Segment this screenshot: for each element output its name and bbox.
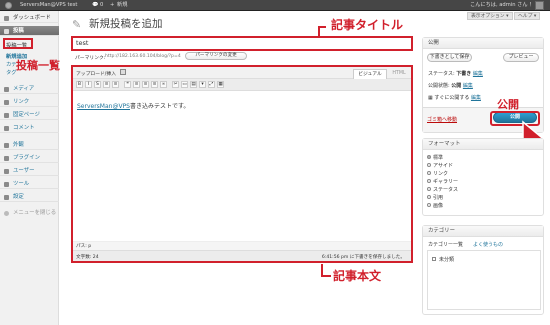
format-option-label: 標準: [433, 155, 444, 161]
visibility-row: 公開状態: 公開 編集: [428, 83, 473, 89]
permalink-url[interactable]: http://182.163.60.104/blog/?p=4: [105, 54, 181, 59]
format-radio[interactable]: [427, 155, 431, 159]
format-option-label: リンク: [433, 171, 449, 177]
posts-list-callout: 投稿一覧: [16, 59, 60, 72]
format-radio[interactable]: [427, 203, 431, 207]
tab-popular-categories[interactable]: よく使うもの: [473, 241, 503, 248]
comments-icon[interactable]: 💬: [92, 0, 98, 11]
menu-links[interactable]: リンク: [0, 97, 59, 107]
tools-icon: [4, 181, 9, 187]
format-option-label: 引用: [433, 195, 444, 201]
format-option-label: ステータス: [433, 187, 459, 193]
visibility-edit-link[interactable]: 編集: [463, 83, 473, 89]
menu-media[interactable]: メディア: [0, 84, 59, 94]
posts-list-highlight: [3, 38, 33, 49]
format-radio[interactable]: [427, 163, 431, 167]
pin-icon: ✎: [72, 18, 82, 31]
new-content-link[interactable]: 新規: [117, 0, 127, 11]
category-list: 未分類: [427, 250, 541, 310]
pin-icon: [4, 28, 9, 34]
collapse-icon: [4, 210, 9, 216]
format-option-label: ギャラリー: [433, 179, 459, 185]
status-edit-link[interactable]: 編集: [473, 71, 483, 77]
title-callout: 記事タイトル: [331, 18, 404, 32]
format-box-title: フォーマット: [423, 139, 543, 150]
body-callout: 記事本文: [333, 269, 382, 283]
category-item-uncategorized: 未分類: [439, 257, 455, 263]
permalink-label: パーマリンク:: [75, 56, 106, 61]
schedule-row: ▦ すぐに公開する 編集: [428, 95, 481, 101]
format-option-label: 画像: [433, 203, 444, 209]
plus-icon[interactable]: +: [110, 0, 114, 11]
admin-bar: ServersMan@VPS test 💬 0 + 新規 こんにちは, admi…: [0, 0, 550, 11]
category-box: カテゴリー カテゴリー一覧 よく使うもの 未分類: [422, 225, 544, 315]
help-tab[interactable]: ヘルプ ▾: [514, 12, 541, 20]
settings-icon: [4, 194, 9, 200]
avatar[interactable]: [535, 1, 544, 10]
page-icon: [4, 112, 9, 118]
greeting-text[interactable]: こんにちは, admin さん ！: [470, 0, 534, 11]
plugin-icon: [4, 155, 9, 161]
format-radio[interactable]: [427, 187, 431, 191]
menu-appearance[interactable]: 外観: [0, 140, 59, 150]
wordpress-logo-icon[interactable]: [5, 2, 12, 9]
preview-button[interactable]: プレビュー: [503, 53, 539, 62]
status-row: ステータス: 下書き 編集: [428, 71, 483, 77]
save-draft-button[interactable]: 下書きとして保存: [427, 53, 472, 62]
schedule-edit-link[interactable]: 編集: [471, 95, 481, 101]
page-title: 新規投稿を追加: [89, 18, 163, 30]
link-icon: [4, 99, 9, 105]
users-icon: [4, 168, 9, 174]
menu-posts[interactable]: 投稿: [0, 26, 59, 36]
publish-callout: 公開: [497, 98, 519, 111]
format-radio[interactable]: [427, 179, 431, 183]
category-box-title: カテゴリー: [423, 226, 543, 237]
tab-all-categories[interactable]: カテゴリー一覧: [428, 241, 463, 248]
title-callout-line: [318, 26, 326, 36]
menu-tools[interactable]: ツール: [0, 179, 59, 189]
dashboard-icon: [4, 15, 9, 21]
menu-pages[interactable]: 固定ページ: [0, 110, 59, 120]
body-callout-line: [321, 264, 331, 277]
comments-count[interactable]: 0: [100, 0, 103, 11]
format-box: フォーマット 標準アサイドリンクギャラリーステータス引用画像: [422, 138, 544, 216]
site-name-link[interactable]: ServersMan@VPS test: [20, 0, 77, 11]
category-checkbox[interactable]: [432, 257, 436, 261]
appearance-icon: [4, 142, 9, 148]
menu-users[interactable]: ユーザー: [0, 166, 59, 176]
body-highlight: [71, 65, 413, 263]
screen-options-tab[interactable]: 表示オプション ▾: [467, 12, 513, 20]
format-option-label: アサイド: [433, 163, 454, 169]
title-highlight: [71, 36, 413, 51]
format-radio[interactable]: [427, 195, 431, 199]
publish-box-title: 公開: [423, 38, 543, 49]
format-radio[interactable]: [427, 171, 431, 175]
menu-plugins[interactable]: プラグイン: [0, 153, 59, 163]
menu-settings[interactable]: 設定: [0, 192, 59, 202]
collapse-menu-button[interactable]: メニューを閉じる: [0, 208, 59, 218]
calendar-icon: ▦: [428, 95, 433, 101]
change-permalink-button[interactable]: パーマリンクの変更: [185, 52, 247, 60]
comment-icon: [4, 125, 9, 131]
menu-dashboard[interactable]: ダッシュボード: [0, 13, 59, 23]
media-icon: [4, 86, 9, 92]
trash-link[interactable]: ゴミ箱へ移動: [427, 116, 457, 123]
menu-comments[interactable]: コメント: [0, 123, 59, 133]
